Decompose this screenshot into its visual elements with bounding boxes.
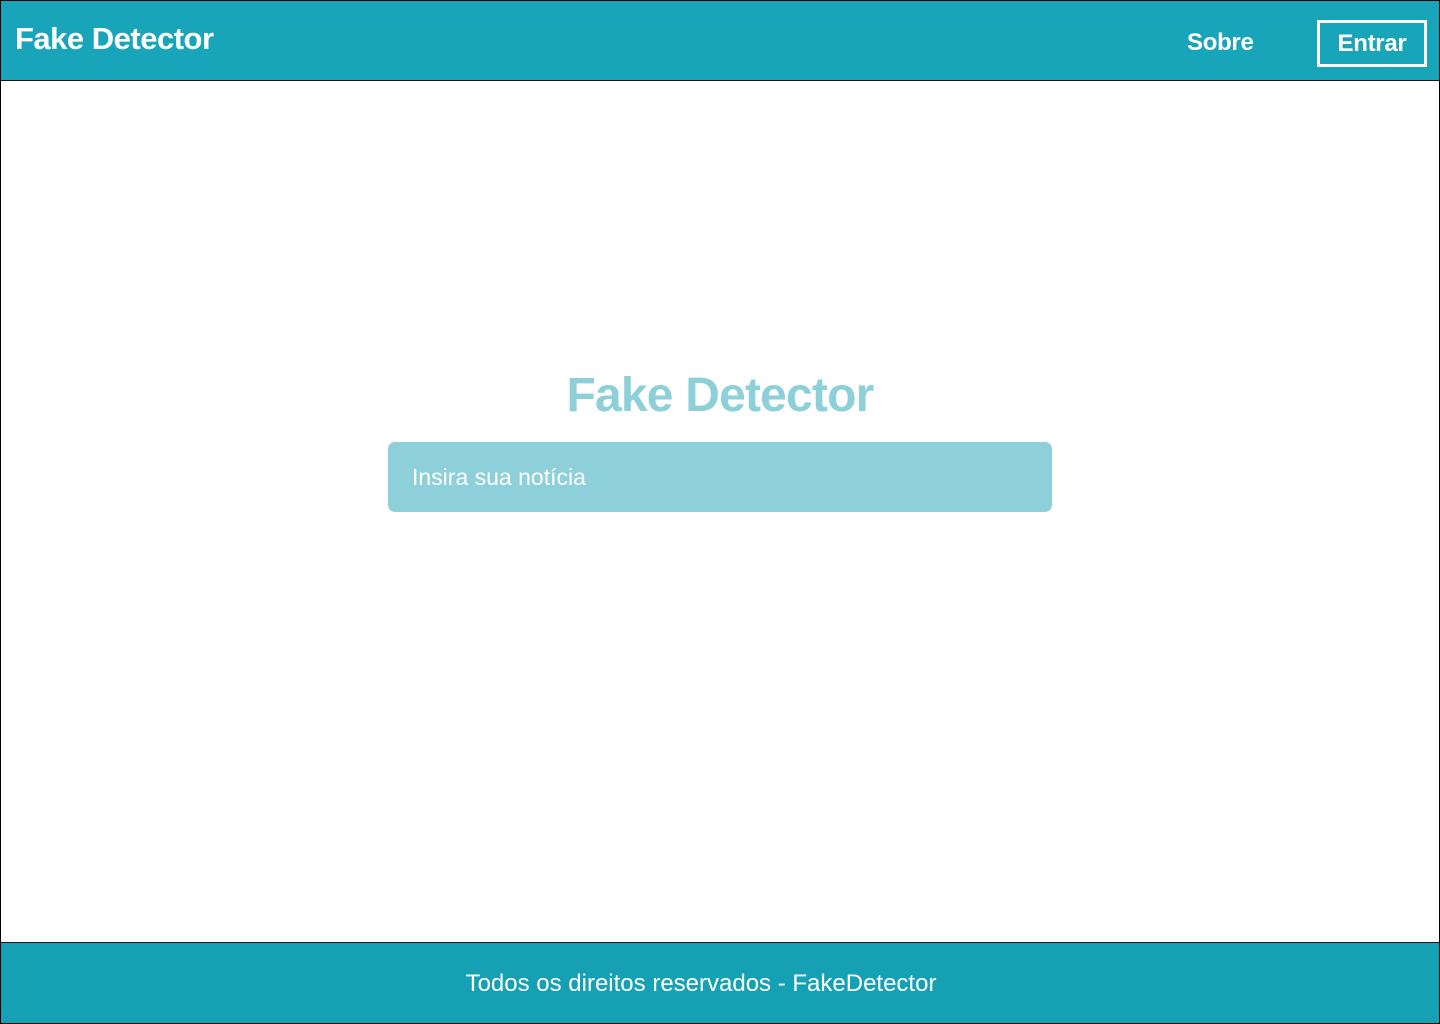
login-button[interactable]: Entrar — [1317, 20, 1427, 67]
news-input[interactable] — [388, 442, 1052, 512]
footer-copyright: Todos os direitos reservados - FakeDetec… — [465, 970, 937, 997]
page-title: Fake Detector — [566, 369, 874, 422]
top-navbar: Fake Detector Sobre Entrar — [1, 1, 1439, 81]
nav-about-link[interactable]: Sobre — [1187, 31, 1254, 55]
brand-logo[interactable]: Fake Detector — [15, 23, 214, 54]
footer: Todos os direitos reservados - FakeDetec… — [1, 942, 1439, 1023]
page-frame: Fake Detector Sobre Entrar Fake Detector… — [0, 0, 1440, 1024]
